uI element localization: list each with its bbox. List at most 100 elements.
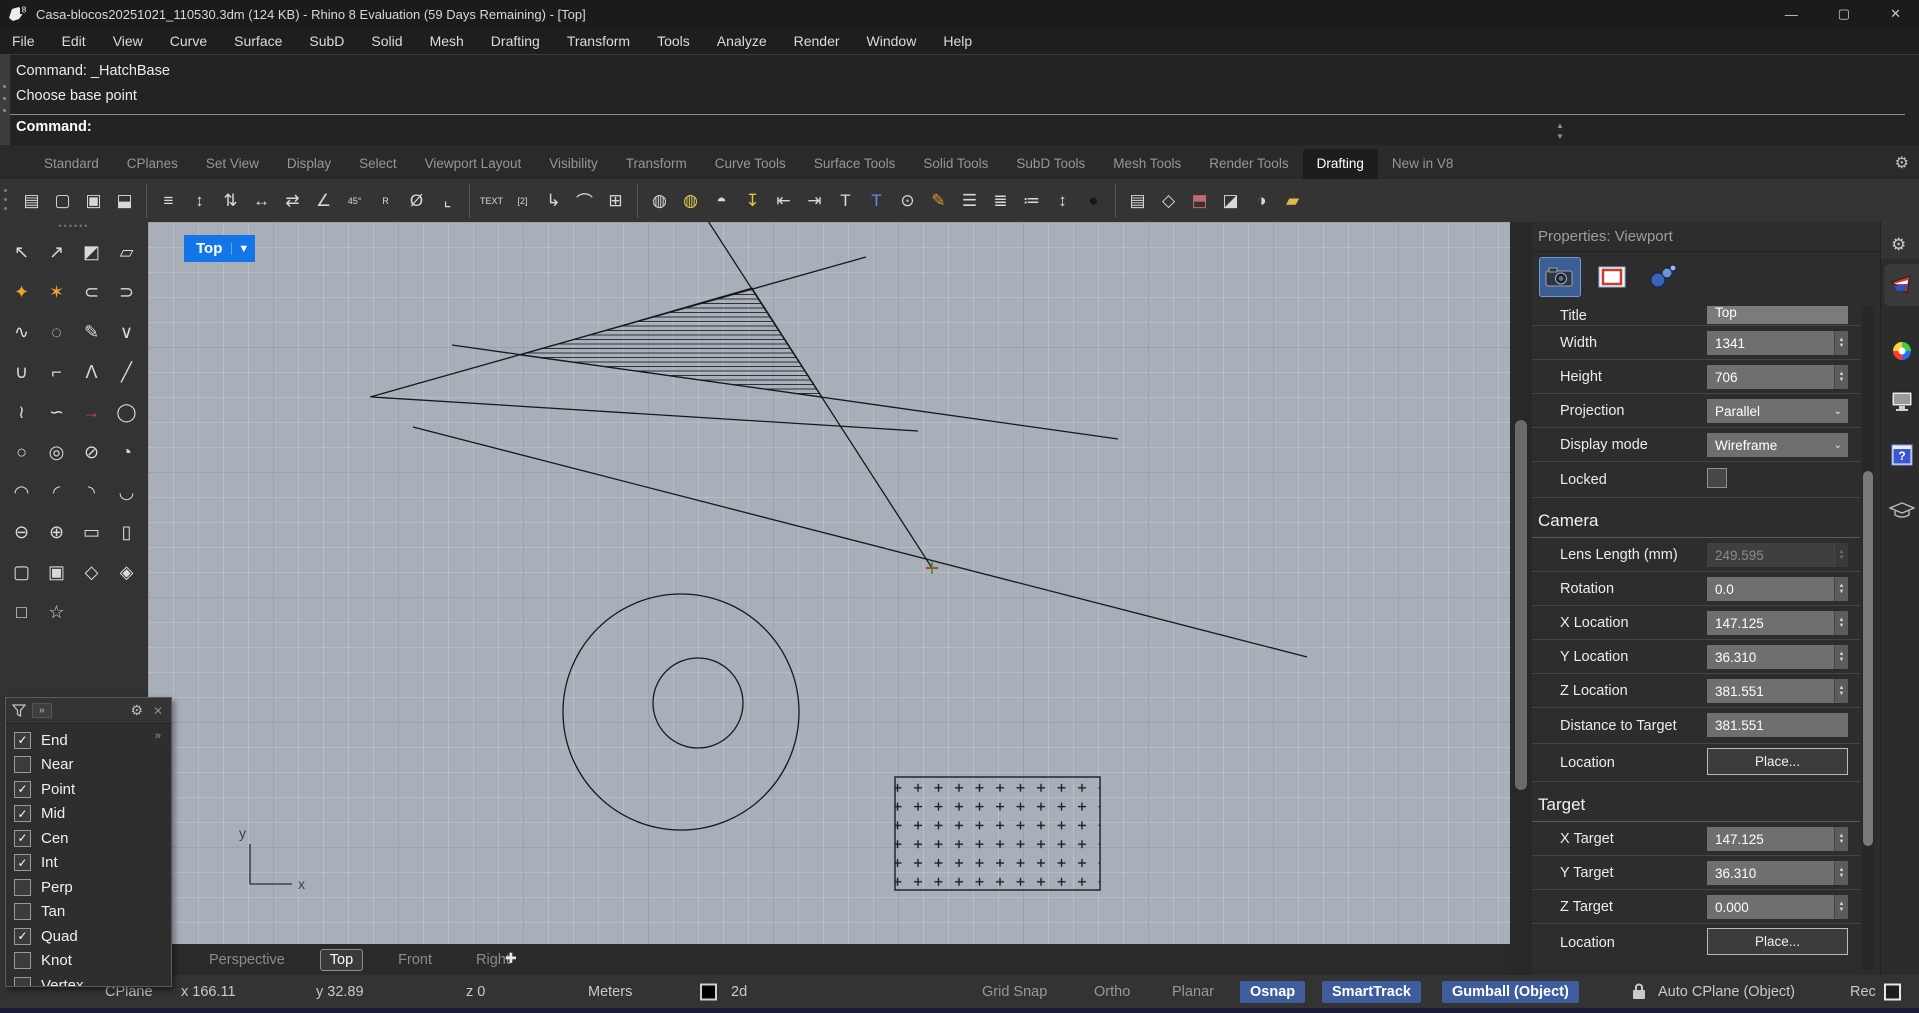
leader-box-icon[interactable]: ⊞	[600, 184, 638, 218]
dim-diameter-icon[interactable]: Ø	[401, 184, 432, 218]
rectangle-tool[interactable]: ▭	[74, 512, 109, 552]
layer-folder-icon[interactable]: ▰	[1277, 184, 1308, 218]
control-polygon-tool[interactable]: ◌	[39, 312, 74, 352]
menu-item-subd[interactable]: SubD	[309, 33, 344, 49]
menu-item-analyze[interactable]: Analyze	[717, 33, 767, 49]
toolbar-tab-curve-tools[interactable]: Curve Tools	[701, 149, 800, 179]
osnap-item-tan[interactable]: ✓ Tan	[14, 900, 171, 925]
width-spinner[interactable]: ▲▼	[1834, 331, 1848, 355]
minimize-button[interactable]: —	[1785, 7, 1798, 22]
osnap-close-icon[interactable]: ✕	[153, 704, 163, 718]
viewport-scrollbar[interactable]	[1510, 222, 1532, 975]
plugin-tool[interactable]: ✦	[4, 272, 39, 312]
curve-u-tool[interactable]: ⊂	[74, 272, 109, 312]
menu-item-view[interactable]: View	[113, 33, 143, 49]
parabola-tool[interactable]: ∪	[4, 352, 39, 392]
smarttrack-toggle[interactable]: SmartTrack	[1322, 981, 1421, 1003]
toolbar-tab-new-in-v8[interactable]: New in V8	[1378, 149, 1468, 179]
section-tools-icon[interactable]: ⬒	[1184, 184, 1215, 218]
point-sphere-icon[interactable]: ●	[1078, 184, 1116, 218]
ellipse-tool[interactable]: ⊖	[4, 512, 39, 552]
command-gutter[interactable]	[0, 55, 10, 145]
close-button[interactable]: ✕	[1890, 6, 1901, 22]
menu-item-window[interactable]: Window	[867, 33, 917, 49]
menu-item-curve[interactable]: Curve	[170, 33, 207, 49]
shear-tool[interactable]: ▱	[109, 232, 144, 272]
rounded-rectangle-tool[interactable]: ▢	[4, 552, 39, 592]
toolbar-tab-subd-tools[interactable]: SubD Tools	[1002, 149, 1099, 179]
height-spinner[interactable]: ▲▼	[1834, 365, 1848, 389]
distance-field[interactable]: 381.551	[1707, 713, 1848, 737]
circle-diameter-tool[interactable]: ⊘	[74, 432, 109, 472]
osnap-checkbox[interactable]: ✓	[14, 928, 31, 945]
x-location-field[interactable]: 147.125 ▲▼	[1707, 611, 1848, 635]
sketch-tool[interactable]: ✎	[74, 312, 109, 352]
osnap-item-quad[interactable]: ✓ Quad	[14, 924, 171, 949]
circle-tool[interactable]: ○	[4, 432, 39, 472]
menu-item-help[interactable]: Help	[943, 33, 972, 49]
osnap-item-knot[interactable]: ✓ Knot	[14, 949, 171, 974]
corner-curve-tool[interactable]: ⌐	[39, 352, 74, 392]
title-field[interactable]: Top	[1707, 306, 1848, 324]
leader-2-icon[interactable]: [2]	[507, 184, 538, 218]
toolbar-tab-solid-tools[interactable]: Solid Tools	[909, 149, 1002, 179]
ortho-toggle[interactable]: Ortho	[1094, 984, 1130, 1000]
dim-aligned-icon[interactable]: ↕	[184, 184, 215, 218]
menu-item-edit[interactable]: Edit	[62, 33, 86, 49]
dim-angle-45-icon[interactable]: 45°	[339, 184, 370, 218]
tangent-circle-tool[interactable]: ◯	[109, 392, 144, 432]
maximize-button[interactable]: ▢	[1838, 6, 1850, 22]
dim-horizontal-icon[interactable]: ↔	[246, 184, 277, 218]
osnap-more-icon[interactable]: »	[155, 730, 161, 742]
osnap-toggle[interactable]: Osnap	[1240, 981, 1305, 1003]
osnap-item-point[interactable]: ✓ Point	[14, 777, 171, 802]
toolbar-settings-gear-icon[interactable]: ⚙	[1895, 153, 1909, 173]
dim-rotated-icon[interactable]: ⇄	[277, 184, 308, 218]
y-location-spinner[interactable]: ▲▼	[1834, 645, 1848, 669]
osnap-checkbox[interactable]: ✓	[14, 854, 31, 871]
display-strip-tab[interactable]	[1884, 380, 1919, 422]
blend-curve-tool[interactable]: ≀	[4, 392, 39, 432]
curve-v-tool[interactable]: ∨	[109, 312, 144, 352]
z-location-field[interactable]: 381.551 ▲▼	[1707, 679, 1848, 703]
osnap-item-int[interactable]: ✓ Int	[14, 851, 171, 876]
curve-points-tool[interactable]: ∿	[4, 312, 39, 352]
menu-item-solid[interactable]: Solid	[371, 33, 402, 49]
toolbar-tab-viewport-layout[interactable]: Viewport Layout	[411, 149, 536, 179]
osnap-checkbox[interactable]: ✓	[14, 830, 31, 847]
y-target-spinner[interactable]: ▲▼	[1834, 861, 1848, 885]
osnap-checkbox[interactable]: ✓	[14, 879, 31, 896]
dim-verify-icon[interactable]: ⇥	[799, 184, 830, 218]
cplane-tool[interactable]: ◩	[74, 232, 109, 272]
filter-icon[interactable]	[12, 704, 26, 717]
osnap-item-cen[interactable]: ✓ Cen	[14, 826, 171, 851]
line-tool[interactable]: ╱	[109, 352, 144, 392]
osnap-checkbox[interactable]: ✓	[14, 756, 31, 773]
osnap-item-near[interactable]: ✓ Near	[14, 753, 171, 778]
viewport-top[interactable]: yx Top ▼	[148, 222, 1510, 944]
toolbar-tab-drafting[interactable]: Drafting	[1303, 149, 1378, 179]
x-target-spinner[interactable]: ▲▼	[1834, 827, 1848, 851]
layout-stack-icon[interactable]: ▤	[1122, 184, 1153, 218]
palette-drag-handle[interactable]: ••••••	[0, 222, 148, 232]
dim-ordinate-icon[interactable]: ⌞	[432, 184, 470, 218]
osnap-item-vertex[interactable]: ✓ Vertex	[14, 973, 171, 987]
leader-icon[interactable]: ↳	[538, 184, 569, 218]
panel-gear-icon[interactable]: ⚙	[1891, 235, 1906, 255]
z-target-field[interactable]: 0.000 ▲▼	[1707, 895, 1848, 919]
gumball-toggle[interactable]: Gumball (Object)	[1442, 981, 1579, 1003]
units-pane[interactable]: Meters	[588, 984, 632, 1000]
osnap-overflow-tab[interactable]: »	[32, 703, 52, 718]
toolbar-tab-render-tools[interactable]: Render Tools	[1195, 149, 1302, 179]
osnap-panel-header[interactable]: » ⚙ ✕	[6, 698, 171, 724]
menu-item-transform[interactable]: Transform	[567, 33, 630, 49]
scrollbar-thumb[interactable]	[1863, 471, 1873, 846]
viewport-tab-front[interactable]: Front	[389, 950, 441, 970]
menu-item-drafting[interactable]: Drafting	[491, 33, 540, 49]
layer-pane[interactable]: 2d	[731, 984, 747, 1000]
hatch-boundary-icon[interactable]: ◓	[706, 184, 737, 218]
toolbar-tab-cplanes[interactable]: CPlanes	[113, 149, 192, 179]
record-history-checkbox[interactable]	[1884, 983, 1901, 1000]
scrollbar-thumb[interactable]	[1515, 420, 1527, 790]
material-spheres-tab[interactable]	[1644, 258, 1684, 296]
